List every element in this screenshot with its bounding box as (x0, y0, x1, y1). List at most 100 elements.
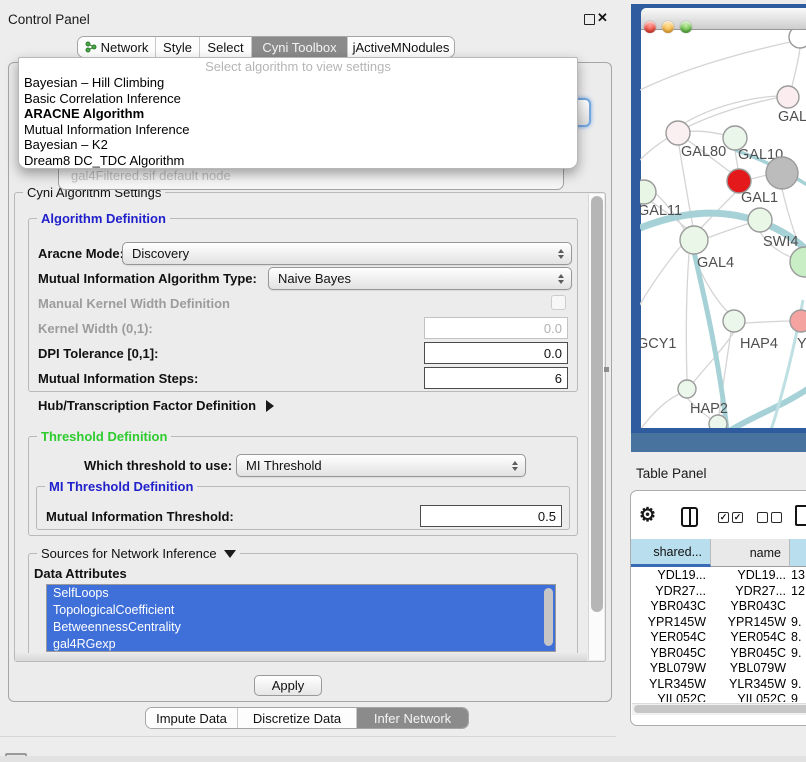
table-cell: YDL19... (634, 568, 706, 584)
network-graph[interactable]: GALGAL80GAL10GAL1GAL11SWI4GAL4GCY1HAP4YH… (631, 0, 806, 452)
attribute-item-betweennesscentrality[interactable]: BetweennessCentrality (47, 619, 555, 636)
manual-kernel-label: Manual Kernel Width Definition (38, 296, 230, 311)
dpi-tolerance-label: DPI Tolerance [0,1]: (38, 346, 158, 361)
attribute-item-selfloops[interactable]: SelfLoops (47, 585, 555, 602)
tab-select[interactable]: Select (200, 37, 252, 57)
data-attributes-list[interactable]: SelfLoopsTopologicalCoefficientBetweenne… (46, 584, 556, 652)
table-row[interactable]: YER054CYER054C8. (631, 630, 806, 646)
sources-group-header[interactable]: Sources for Network Inference (37, 546, 240, 561)
checked-checkbox-icon[interactable]: ✓ (732, 512, 743, 523)
network-node-swi4[interactable] (748, 208, 772, 232)
algorithm-option-bayesian-hill-climbing[interactable]: Bayesian – Hill Climbing (19, 75, 577, 91)
table-row[interactable]: YDL19...YDL19...13 (631, 568, 806, 584)
combo-spinner-icon (512, 461, 518, 471)
float-window-icon[interactable] (584, 14, 595, 25)
close-icon[interactable]: ✕ (597, 10, 608, 26)
attribute-item-gal4rgexp[interactable]: gal4RGexp (47, 636, 555, 652)
tab-network[interactable]: Network (78, 37, 156, 57)
network-node-gal[interactable] (777, 86, 799, 108)
mi-steps-input[interactable]: 6 (424, 367, 568, 389)
table-cell: 9 (791, 692, 806, 702)
algorithm-dropdown-popup: Select algorithm to view settings Bayesi… (18, 57, 578, 169)
network-node-hap2[interactable] (678, 380, 696, 398)
tab-cyni-toolbox[interactable]: Cyni Toolbox (252, 37, 348, 57)
tab-impute-data[interactable]: Impute Data (146, 708, 238, 728)
table-row[interactable]: YIL052CYIL052C9 (631, 692, 806, 702)
network-node[interactable] (790, 247, 806, 277)
settings-scrollbar-thumb[interactable] (591, 196, 603, 612)
algorithm-option-aracne-algorithm[interactable]: ARACNE Algorithm (19, 106, 577, 122)
tab-discretize-data[interactable]: Discretize Data (238, 708, 357, 728)
attributes-scrollbar-thumb[interactable] (544, 588, 553, 646)
network-node-gal80[interactable] (666, 121, 690, 145)
table-cell: YBL079W (634, 661, 706, 677)
algorithm-option-bayesian-k2[interactable]: Bayesian – K2 (19, 137, 577, 153)
table-cell: YDR27... (634, 584, 706, 600)
network-node-gal11[interactable] (632, 180, 656, 204)
network-node-gal4[interactable] (680, 226, 708, 254)
network-icon (85, 41, 97, 53)
network-node-gcy1[interactable] (631, 317, 638, 335)
manual-kernel-checkbox[interactable] (551, 295, 566, 310)
unchecked-checkbox-icon[interactable] (757, 512, 768, 523)
node-label-gal4: GAL4 (697, 255, 734, 271)
table-row[interactable]: YLR345WYLR345W9. (631, 677, 806, 693)
attribute-item-topologicalcoefficient[interactable]: TopologicalCoefficient (47, 602, 555, 619)
table-cell: 12 (791, 584, 806, 600)
network-node-y[interactable] (790, 310, 806, 332)
table-cell: 9. (791, 615, 806, 631)
network-node[interactable] (789, 26, 806, 48)
table-panel-title: Table Panel (636, 466, 707, 481)
table-row[interactable]: YBR045CYBR045C9. (631, 646, 806, 662)
algorithm-options: Bayesian – Hill ClimbingBasic Correlatio… (19, 75, 577, 168)
algorithm-option-dream8-dc-tdc-algorithm[interactable]: Dream8 DC_TDC Algorithm (19, 153, 577, 169)
table-cell: YBL079W (711, 661, 786, 677)
table-scrollbar-thumb[interactable] (634, 705, 806, 713)
table-row[interactable]: YBR043CYBR043C (631, 599, 806, 615)
table-row[interactable]: YPR145WYPR145W9. (631, 615, 806, 631)
mi-threshold-group-title: MI Threshold Definition (45, 479, 197, 494)
tab-style[interactable]: Style (156, 37, 200, 57)
columns-icon[interactable] (681, 507, 698, 527)
column-header-extra[interactable] (790, 539, 806, 567)
aracne-mode-value: Discovery (132, 246, 189, 261)
aracne-mode-combo[interactable]: Discovery (122, 242, 572, 265)
unchecked-checkbox-icon[interactable] (771, 512, 782, 523)
kernel-width-input[interactable]: 0.0 (424, 317, 568, 339)
splitter-handle[interactable] (604, 367, 609, 372)
algorithm-option-basic-correlation-inference[interactable]: Basic Correlation Inference (19, 91, 577, 107)
control-panel-title: Control Panel (8, 12, 90, 27)
settings-scrollbar[interactable] (588, 194, 604, 660)
column-header-name[interactable]: name (711, 539, 790, 567)
mi-algorithm-type-combo[interactable]: Naive Bayes (268, 267, 572, 290)
node-label-gal11: GAL11 (638, 203, 682, 219)
tab-label: Cyni Toolbox (262, 40, 336, 55)
table-row[interactable]: YBL079W YBL079W (631, 661, 806, 677)
table-horizontal-scrollbar[interactable] (632, 703, 806, 715)
network-node[interactable] (709, 415, 727, 433)
algorithm-option-mutual-information-inference[interactable]: Mutual Information Inference (19, 122, 577, 138)
apply-button[interactable]: Apply (254, 675, 322, 696)
node-label-hap2: HAP2 (690, 401, 728, 417)
table-cell: YPR145W (634, 615, 706, 631)
hub-definition-toggle[interactable]: Hub/Transcription Factor Definition (38, 398, 274, 413)
tab-jactivemnodules[interactable]: jActiveMNodules (348, 37, 454, 57)
tab-infer-network[interactable]: Infer Network (357, 708, 468, 728)
mi-threshold-input[interactable]: 0.5 (420, 505, 562, 527)
column-header-shared[interactable]: shared... (631, 539, 711, 567)
table-row[interactable]: YDR27...YDR27...12 (631, 584, 806, 600)
node-label-hap4: HAP4 (740, 336, 778, 352)
checked-checkbox-icon[interactable]: ✓ (718, 512, 729, 523)
gear-icon[interactable]: ⚙ (639, 504, 656, 527)
table-cell: 9. (791, 646, 806, 662)
control-panel-tabbar: NetworkStyleSelect Cyni Toolbox jActiveMNo… (77, 36, 455, 58)
document-icon[interactable] (795, 505, 806, 526)
network-node-hap4[interactable] (723, 310, 745, 332)
which-threshold-combo[interactable]: MI Threshold (236, 454, 526, 477)
combo-spinner-icon (558, 249, 564, 259)
dpi-tolerance-input[interactable]: 0.0 (424, 342, 568, 364)
tab-label: Discretize Data (253, 711, 341, 726)
node-label-swi4: SWI4 (763, 234, 798, 250)
network-node[interactable] (766, 157, 798, 189)
mi-threshold-label: Mutual Information Threshold: (46, 509, 234, 524)
